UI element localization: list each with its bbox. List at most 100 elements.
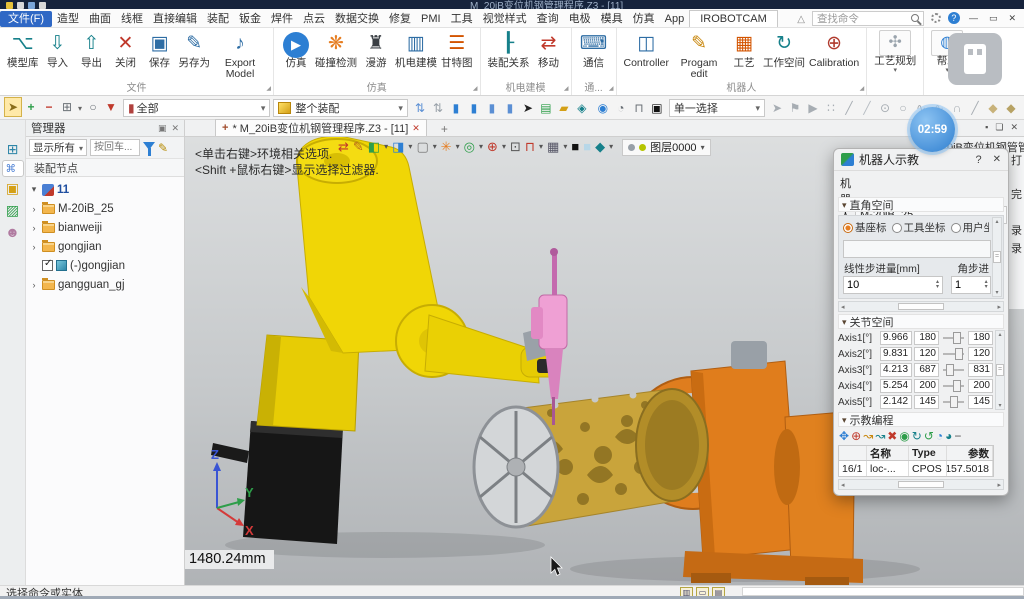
menu-pmi[interactable]: PMI [416,11,446,27]
axis-value-input[interactable]: 9.966 [880,331,912,345]
menu-assembly[interactable]: 装配 [202,11,234,27]
import-button[interactable]: ⇩ 导入 [41,30,75,69]
joint-section-header[interactable]: 关节空间 [838,314,1004,329]
dmu-section-icon[interactable]: ⊡ [509,139,522,155]
dmu-blue-swatch-icon[interactable]: ■ [582,139,592,155]
axis-slider[interactable] [943,353,964,355]
dmu-target-icon[interactable]: ⊕ [486,139,499,155]
linear-step-spinner[interactable] [843,276,943,294]
status-input-area[interactable] [742,587,1024,596]
mdi-minimize-icon[interactable] [985,122,988,133]
scroll-up-icon[interactable] [995,218,998,225]
float-panel-icon[interactable] [158,123,167,134]
menu-simulation[interactable]: 仿真 [628,11,660,27]
axis-min-input[interactable]: 145 [914,395,939,409]
minimize-icon[interactable] [967,13,980,23]
coordinate-value-input[interactable] [843,240,991,258]
history-clock-icon[interactable]: ◔ [612,99,630,117]
axis-max-input[interactable]: 120 [968,347,993,361]
dmu-ring-icon[interactable]: ◎ [463,139,476,155]
menu-wireframe[interactable]: 线框 [116,11,148,27]
scroll-thumb[interactable] [898,303,944,310]
menu-surface[interactable]: 曲面 [84,11,116,27]
axis-value-input[interactable]: 2.142 [880,395,912,409]
group-expand-icon[interactable] [564,79,569,93]
dmu-black-swatch-icon[interactable]: ■ [570,139,580,155]
program-edit-button[interactable]: ✎ Progam edit [671,30,727,80]
controller-button[interactable]: ◫ Controller [622,30,672,69]
regen-all-icon[interactable]: ⇅ [429,99,447,117]
quick-redo-icon[interactable] [39,2,46,9]
axis-max-input[interactable]: 180 [968,331,993,345]
group-expand-icon[interactable] [266,79,271,93]
search-icon[interactable] [911,14,919,22]
menu-direct-edit[interactable]: 直接编辑 [148,11,202,27]
menu-irobotcam[interactable]: IROBOTCAM [689,10,778,27]
save-as-button[interactable]: ✎ 另存为 [177,30,213,69]
save-button[interactable]: ▣ 保存 [143,30,177,69]
dropdown-caret-icon[interactable]: ▾ [432,139,438,155]
tree-expand-icon[interactable]: › [29,242,39,252]
regen-icon[interactable]: ⇅ [411,99,429,117]
tree-search-input[interactable] [90,139,140,156]
model-library-button[interactable]: ⌥ 模型库 [5,30,41,69]
tree-expand-icon[interactable]: › [29,204,39,214]
axis-min-input[interactable]: 687 [914,363,939,377]
diagonal-icon[interactable]: ╱ [966,99,984,117]
tree-expand-icon[interactable]: ▾ [29,184,39,195]
pin-icon[interactable]: ⚑ [786,99,804,117]
workspace-button[interactable]: ↻ 工作空间 [761,30,807,69]
column-state4-icon[interactable]: ▮ [501,99,519,117]
tree-expand-icon[interactable]: › [29,280,39,290]
angular-step-spinner[interactable] [951,276,991,294]
checkbox-icon[interactable] [42,260,53,271]
menu-data-exchange[interactable]: 数据交换 [330,11,384,27]
document-tab[interactable]: * M_20iB变位机钢管理程序.Z3 - [11] [215,119,427,136]
export-button[interactable]: ⇧ 导出 [75,30,109,69]
tab-close-icon[interactable] [412,122,420,134]
command-search-box[interactable]: 查找命令 [812,11,924,26]
dialog-close-icon[interactable] [993,154,1001,165]
close-panel-icon[interactable] [171,123,179,134]
dropdown-caret-icon[interactable]: ▾ [455,139,461,155]
dmu-clip-icon[interactable]: ⊓ [524,139,536,155]
gear-teal-icon[interactable]: ◈ [573,99,591,117]
menu-sheet-metal[interactable]: 钣金 [234,11,266,27]
tree-node-gangguan[interactable]: › gangguan_gj [26,275,184,294]
new-tab-button[interactable] [437,122,452,136]
axis-slider[interactable] [943,369,964,371]
axis-min-input[interactable]: 120 [914,347,939,361]
face-icon[interactable]: ◆ [984,99,1002,117]
package-icon[interactable]: ▰ [555,99,573,117]
select-mode-icon[interactable]: ➤ [4,97,22,117]
axes-scrollbar[interactable] [995,330,1005,410]
axis-max-input[interactable]: 200 [968,379,993,393]
tree-node-m20ib[interactable]: › M-20iB_25 [26,199,184,218]
menu-electrode[interactable]: 电极 [564,11,596,27]
move-button[interactable]: ⇄ 移动 [532,30,566,69]
column-state3-icon[interactable]: ▮ [483,99,501,117]
dialog-titlebar[interactable]: 机器人示教 ? [834,149,1008,171]
close-file-button[interactable]: ✕ 关闭 [109,30,143,69]
axis-max-input[interactable]: 145 [968,395,993,409]
scroll-up-icon[interactable] [998,331,1001,338]
dropdown-caret-icon[interactable]: ▾ [501,139,507,155]
maximize-icon[interactable] [987,13,1000,24]
axis-max-input[interactable]: 831 [968,363,993,377]
notes-icon[interactable]: ▤ [537,99,555,117]
export-model-button[interactable]: ♪ Export Model [212,30,268,80]
circle-center-icon[interactable]: ⊙ [876,99,894,117]
dropdown-caret-icon[interactable]: ▾ [76,100,84,118]
layer-dropdown[interactable]: 图层0000 ▾ [622,139,711,156]
path-edit-icon[interactable]: ↝ [875,429,885,443]
process-button[interactable]: ▦ 工艺 [727,30,761,69]
dropdown-caret-icon[interactable]: ▾ [383,139,389,155]
calibration-button[interactable]: ⊕ Calibration [807,30,861,69]
dropdown-caret-icon[interactable]: ▾ [562,139,568,155]
axis-value-input[interactable]: 4.213 [880,363,912,377]
pi-icon[interactable]: ⊓ [630,99,648,117]
loop-cw-icon[interactable]: ↻ [912,429,922,443]
quick-save-icon[interactable] [6,2,13,9]
axis-value-input[interactable]: 5.254 [880,379,912,393]
teach-section-header[interactable]: 示教编程 [838,412,1004,427]
